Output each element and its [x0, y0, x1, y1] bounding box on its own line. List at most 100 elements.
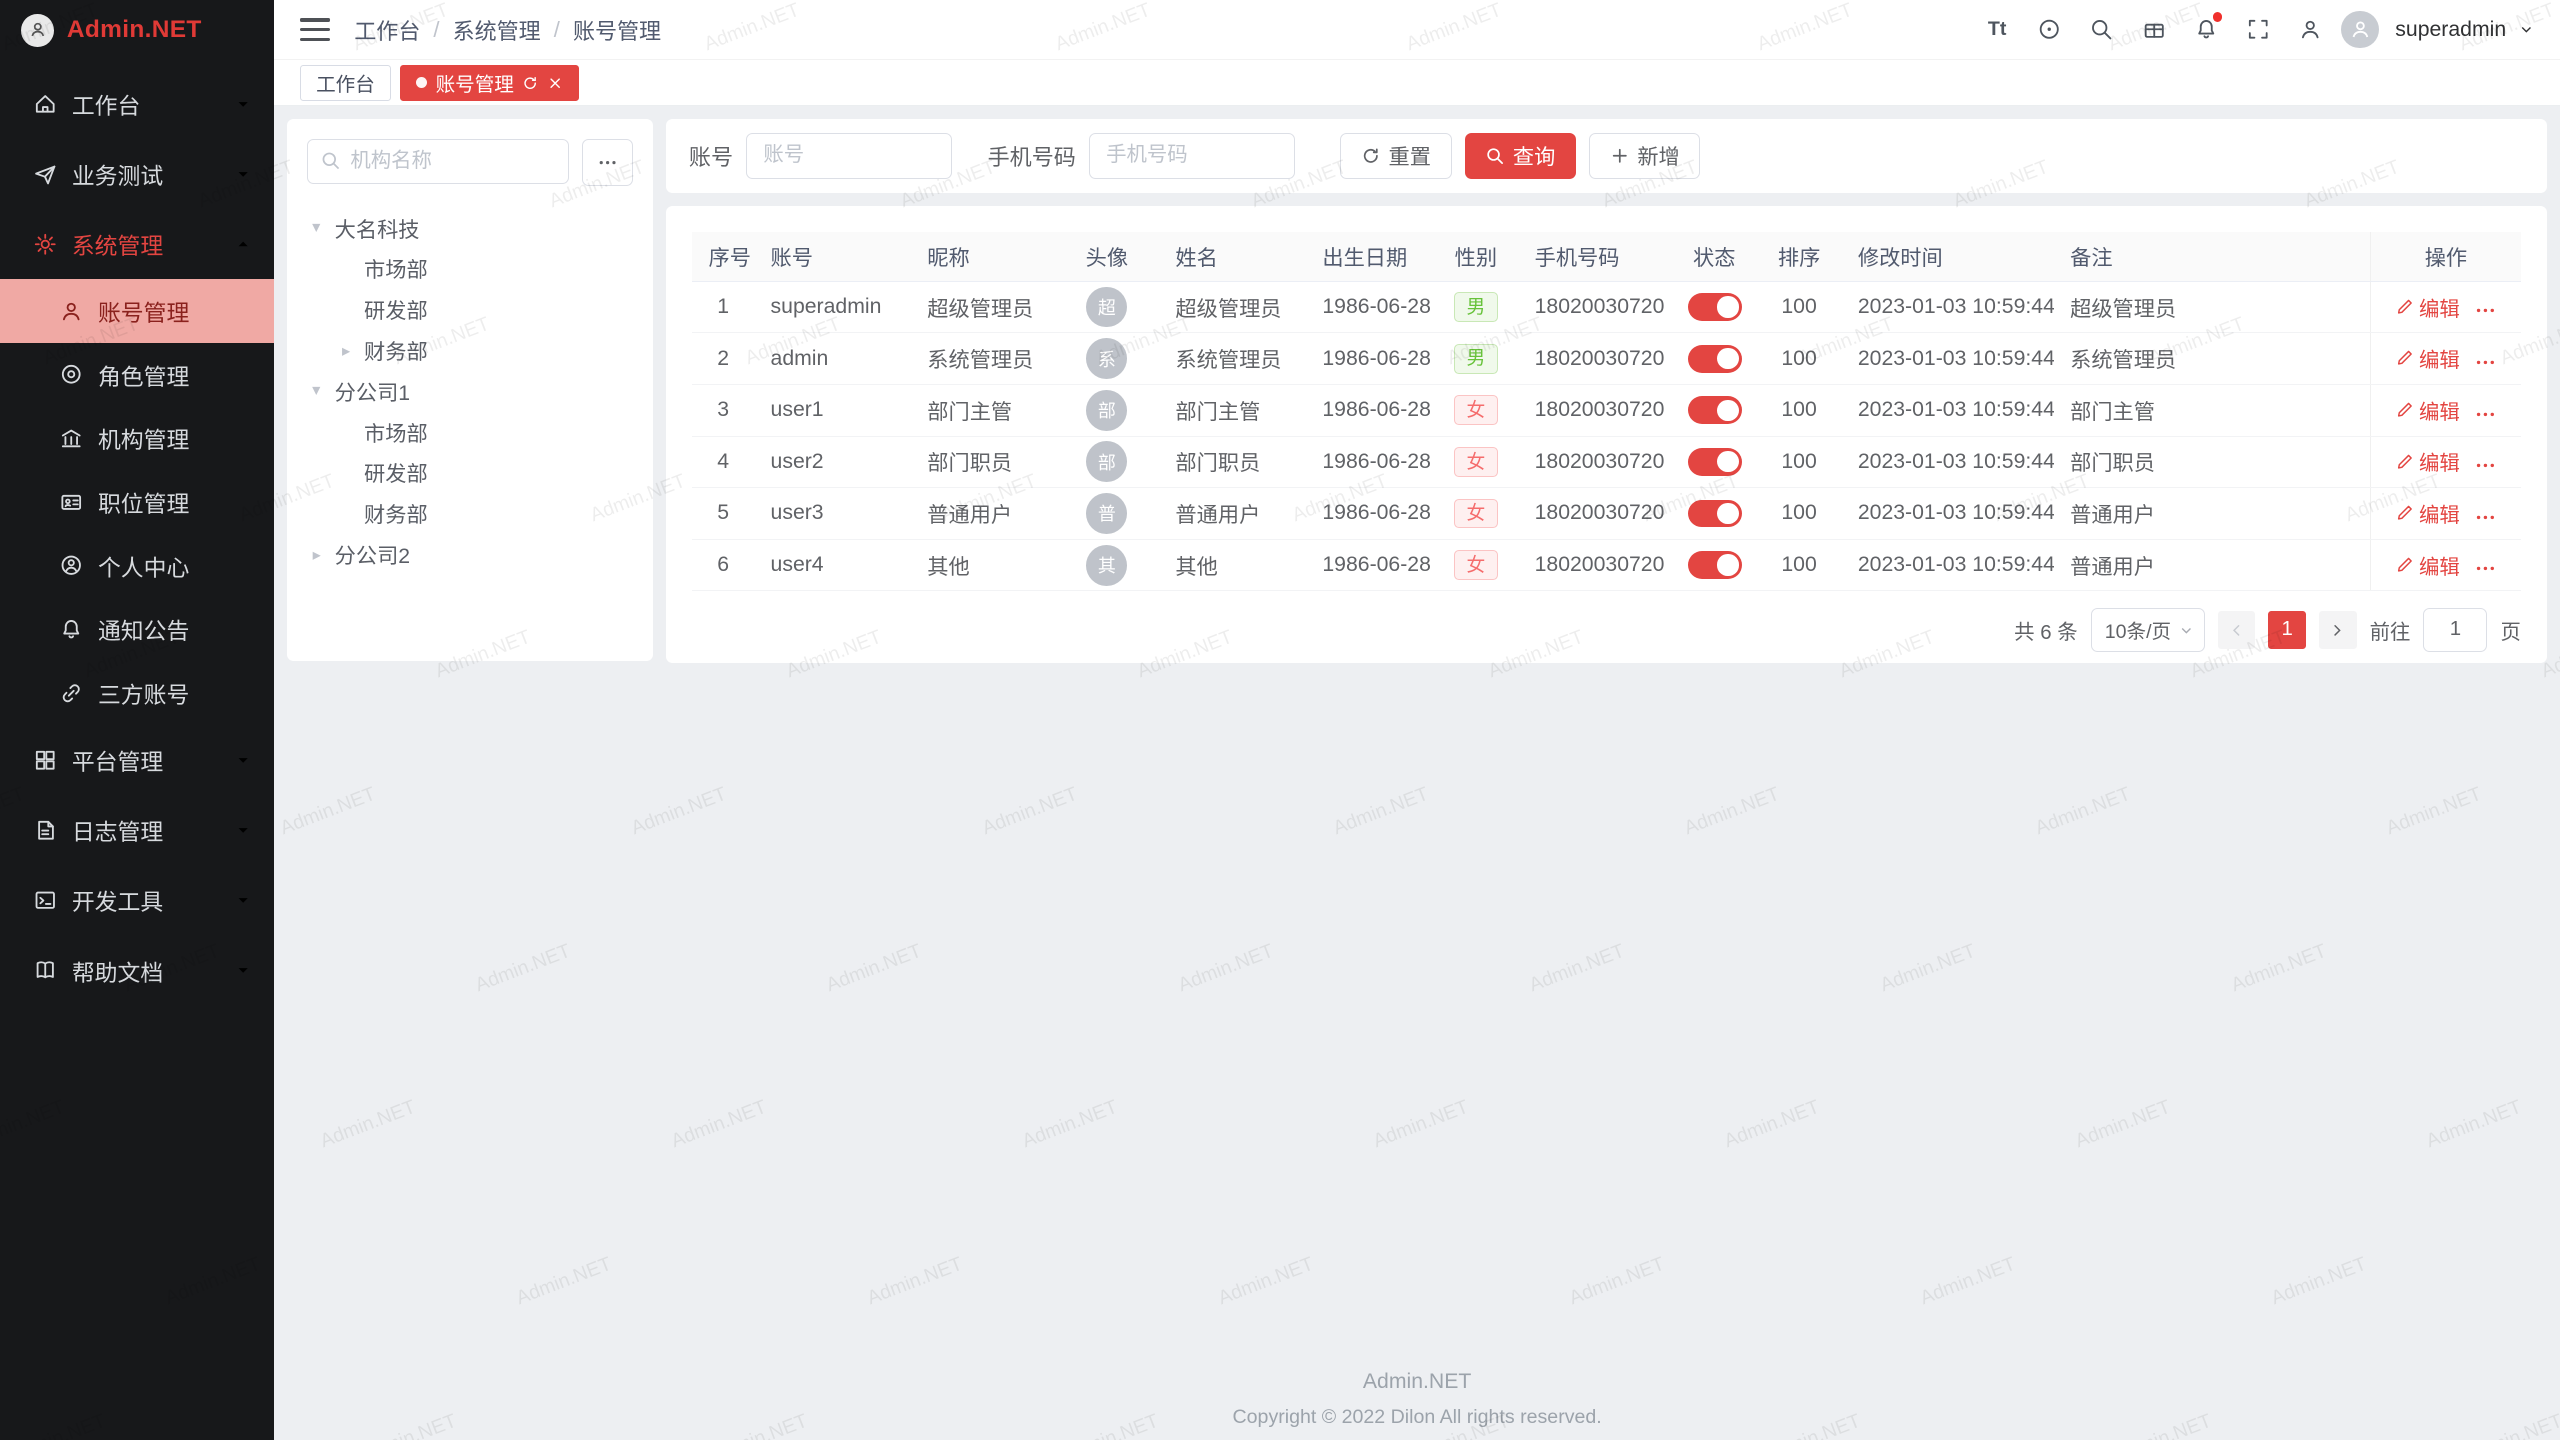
goto-page-input[interactable] [2423, 608, 2487, 652]
edit-button[interactable]: 编辑 [2395, 343, 2460, 373]
cell-phone: 18020030720 [1518, 384, 1671, 436]
sidebar-item-log-management[interactable]: 日志管理 [0, 795, 274, 865]
tab-account-management[interactable]: 账号管理 [400, 65, 578, 101]
user-avatar[interactable] [2341, 11, 2379, 49]
search-button[interactable]: 查询 [1465, 133, 1576, 179]
status-toggle[interactable] [1688, 551, 1742, 579]
row-avatar: 部 [1086, 390, 1127, 431]
row-more-button[interactable] [2474, 299, 2497, 322]
sidebar-item-role-management[interactable]: 角色管理 [0, 343, 274, 407]
sidebar-item-dev-tools[interactable]: 开发工具 [0, 865, 274, 935]
tree-node[interactable]: 市场部 [336, 412, 633, 453]
breadcrumb-workbench[interactable]: 工作台 [354, 14, 420, 46]
row-more-button[interactable] [2474, 454, 2497, 477]
status-toggle[interactable] [1688, 448, 1742, 476]
gender-tag: 女 [1454, 499, 1498, 529]
edit-button[interactable]: 编辑 [2395, 292, 2460, 322]
cell-account: admin [754, 333, 911, 385]
row-avatar: 普 [1086, 493, 1127, 534]
tree-node[interactable]: 市场部 [336, 248, 633, 289]
theme-icon[interactable] [2133, 8, 2175, 50]
breadcrumb-system[interactable]: 系统管理 [453, 14, 541, 46]
cell-birth: 1986-06-28 [1306, 281, 1433, 333]
ellipsis-icon [2474, 299, 2497, 322]
row-more-button[interactable] [2474, 506, 2497, 529]
tree-node[interactable]: 大名科技 [307, 208, 634, 249]
caret-expanded-icon[interactable] [307, 218, 327, 238]
sidebar-item-position-management[interactable]: 职位管理 [0, 470, 274, 534]
cell-nickname: 其他 [911, 539, 1055, 591]
edit-button[interactable]: 编辑 [2395, 550, 2460, 580]
caret-expanded-icon[interactable] [307, 381, 327, 401]
sidebar-item-workbench[interactable]: 工作台 [0, 69, 274, 139]
tree-node[interactable]: 研发部 [336, 289, 633, 330]
refresh-icon[interactable] [522, 75, 538, 91]
row-more-button[interactable] [2474, 557, 2497, 580]
sidebar-item-account-management[interactable]: 账号管理 [0, 279, 274, 343]
cell-birth: 1986-06-28 [1306, 384, 1433, 436]
table-row: 4 user2 部门职员 部 部门职员 1986-06-28 女 1802003… [692, 436, 2521, 488]
row-more-button[interactable] [2474, 351, 2497, 374]
sidebar-item-business-test[interactable]: 业务测试 [0, 139, 274, 209]
tab-workbench[interactable]: 工作台 [300, 65, 390, 101]
sidebar-item-system-management[interactable]: 系统管理 [0, 209, 274, 279]
sidebar-item-platform-management[interactable]: 平台管理 [0, 725, 274, 795]
search-icon[interactable] [2080, 8, 2122, 50]
phone-input[interactable] [1089, 133, 1295, 179]
edit-button[interactable]: 编辑 [2395, 498, 2460, 528]
prev-page-button[interactable] [2218, 611, 2256, 649]
tree-more-button[interactable] [582, 139, 633, 187]
tree-node[interactable]: 财务部 [336, 330, 633, 371]
status-toggle[interactable] [1688, 293, 1742, 321]
col-sort: 排序 [1757, 232, 1842, 281]
chevron-down-icon[interactable] [2519, 22, 2534, 37]
status-toggle[interactable] [1688, 396, 1742, 424]
main-area: 工作台 / 系统管理 / 账号管理 [274, 0, 2560, 1440]
cell-birth: 1986-06-28 [1306, 333, 1433, 385]
cell-nickname: 普通用户 [911, 488, 1055, 540]
page-size-select[interactable]: 10条/页 [2091, 608, 2205, 652]
language-icon[interactable] [2028, 8, 2070, 50]
app-root: Admin.NET 工作台 业务测试 系统管理 账号管理 [0, 0, 2560, 1440]
tree-node[interactable]: 分公司2 [307, 534, 634, 575]
caret-collapsed-icon[interactable] [336, 341, 356, 361]
tree-node[interactable]: 财务部 [336, 493, 633, 534]
status-toggle[interactable] [1688, 500, 1742, 528]
row-more-button[interactable] [2474, 403, 2497, 426]
account-input[interactable] [746, 133, 952, 179]
hamburger-menu-icon[interactable] [300, 18, 329, 41]
notification-bell-icon[interactable] [2185, 8, 2227, 50]
page-number-button[interactable]: 1 [2268, 611, 2306, 649]
reset-button[interactable]: 重置 [1340, 133, 1451, 179]
cell-index: 3 [692, 384, 754, 436]
profile-icon[interactable] [2289, 8, 2331, 50]
sidebar-item-org-management[interactable]: 机构管理 [0, 407, 274, 471]
sidebar-item-help-docs[interactable]: 帮助文档 [0, 935, 274, 1005]
edit-button[interactable]: 编辑 [2395, 395, 2460, 425]
tree-node[interactable]: 分公司1 [307, 371, 634, 412]
status-toggle[interactable] [1688, 345, 1742, 373]
page-unit-label: 页 [2500, 615, 2520, 645]
pencil-icon [2395, 503, 2415, 523]
tree-node[interactable]: 研发部 [336, 453, 633, 494]
sidebar-item-notice[interactable]: 通知公告 [0, 598, 274, 662]
cell-name: 部门职员 [1159, 436, 1306, 488]
cell-sort: 100 [1757, 436, 1842, 488]
font-size-icon[interactable] [1976, 8, 2018, 50]
row-avatar: 超 [1086, 287, 1127, 328]
next-page-button[interactable] [2319, 611, 2357, 649]
sidebar-item-third-party-account[interactable]: 三方账号 [0, 661, 274, 725]
sidebar-item-personal-center[interactable]: 个人中心 [0, 534, 274, 598]
col-modified: 修改时间 [1842, 232, 2054, 281]
cell-name: 系统管理员 [1159, 333, 1306, 385]
add-button[interactable]: 新增 [1589, 133, 1700, 179]
edit-button[interactable]: 编辑 [2395, 446, 2460, 476]
gender-tag: 女 [1454, 447, 1498, 477]
fullscreen-icon[interactable] [2237, 8, 2279, 50]
caret-collapsed-icon[interactable] [307, 545, 327, 565]
close-icon[interactable] [547, 75, 563, 91]
gender-tag: 男 [1454, 292, 1498, 322]
org-search-input[interactable] [307, 139, 570, 185]
col-name: 姓名 [1159, 232, 1306, 281]
username[interactable]: superadmin [2395, 18, 2506, 42]
